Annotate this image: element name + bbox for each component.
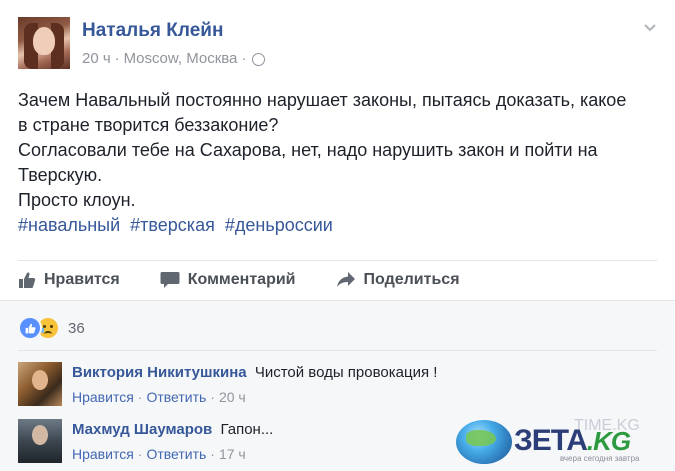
share-label: Поделиться [363,271,460,288]
watermark-brand-name: ЗЕТА [514,424,588,457]
thumbs-up-icon [19,272,36,288]
divider [18,350,657,351]
author-name[interactable]: Наталья Клейн [82,20,223,42]
comment-time[interactable]: 20 ч [219,389,246,405]
globe-icon [252,53,266,66]
watermark-domain: .KG [586,426,631,456]
comment-line: Виктория Никитушкина Чистой воды провока… [72,364,437,381]
separator: · [210,389,215,405]
comment-actions: Нравится · Ответить · 17 ч [72,446,246,462]
like-icon [18,316,42,340]
like-label: Нравится [44,271,120,288]
hashtag-list: #навальный #тверская #деньроссии [18,213,658,238]
comment-text: Чистой воды провокация ! [254,364,438,381]
post-text-line: Согласовали тебе на Сахарова, нет, надо … [18,140,598,160]
comment-icon [160,272,180,288]
comment-actions: Нравится · Ответить · 20 ч [72,389,246,405]
comment-like-link[interactable]: Нравится [72,446,134,462]
post-text: Зачем Навальный постоянно нарушает закон… [18,88,658,238]
post-text-line: Просто клоун. [18,190,136,210]
comment-text: Гапон... [220,421,274,438]
watermark-brand: ЗЕТА.KG [514,424,631,458]
commenter-name[interactable]: Виктория Никитушкина [72,364,247,381]
post-card: Наталья Клейн 20 ч · Moscow, Москва · За… [0,0,675,471]
reaction-count: 36 [68,319,85,337]
commenter-avatar[interactable] [18,419,62,463]
comment-time[interactable]: 17 ч [219,446,246,462]
post-text-line: в стране творится беззаконие? [18,115,279,135]
commenter-name[interactable]: Махмуд Шаумаров [72,421,212,438]
separator: · [137,389,143,405]
meta-separator: · [241,50,247,67]
share-button[interactable]: Поделиться [336,271,460,289]
author-avatar[interactable] [18,17,70,69]
post-location[interactable]: Moscow, Москва [124,50,238,67]
watermark-logo: TIME.KG ЗЕТА.KG вчера сегодня завтра [456,417,675,470]
share-arrow-icon [336,272,355,287]
watermark-tagline: вчера сегодня завтра [560,454,640,463]
comment-like-link[interactable]: Нравится [72,389,134,405]
action-bar: Нравится Комментарий Поделиться [18,266,500,294]
chevron-down-icon[interactable] [643,20,657,34]
comment-label: Комментарий [187,271,296,288]
commenter-avatar[interactable] [18,362,62,406]
hashtag-link[interactable]: #деньроссии [225,215,333,235]
comment-reply-link[interactable]: Ответить [146,446,206,462]
comment-reply-link[interactable]: Ответить [146,389,206,405]
separator: · [137,446,143,462]
meta-separator: · [114,50,120,67]
globe-logo-icon [456,420,512,464]
post-text-line: Зачем Навальный постоянно нарушает закон… [18,90,627,110]
separator: · [210,446,215,462]
hashtag-link[interactable]: #тверская [130,215,215,235]
post-time[interactable]: 20 ч [82,50,111,67]
reactions-summary[interactable]: 36 [18,316,85,340]
post-text-line: Тверскую. [18,165,103,185]
comment-button[interactable]: Комментарий [160,271,296,289]
post-meta: 20 ч · Moscow, Москва · [82,50,266,67]
comment-line: Махмуд Шаумаров Гапон... [72,421,273,438]
like-button[interactable]: Нравится [18,271,120,289]
divider [18,260,657,261]
hashtag-link[interactable]: #навальный [18,215,120,235]
